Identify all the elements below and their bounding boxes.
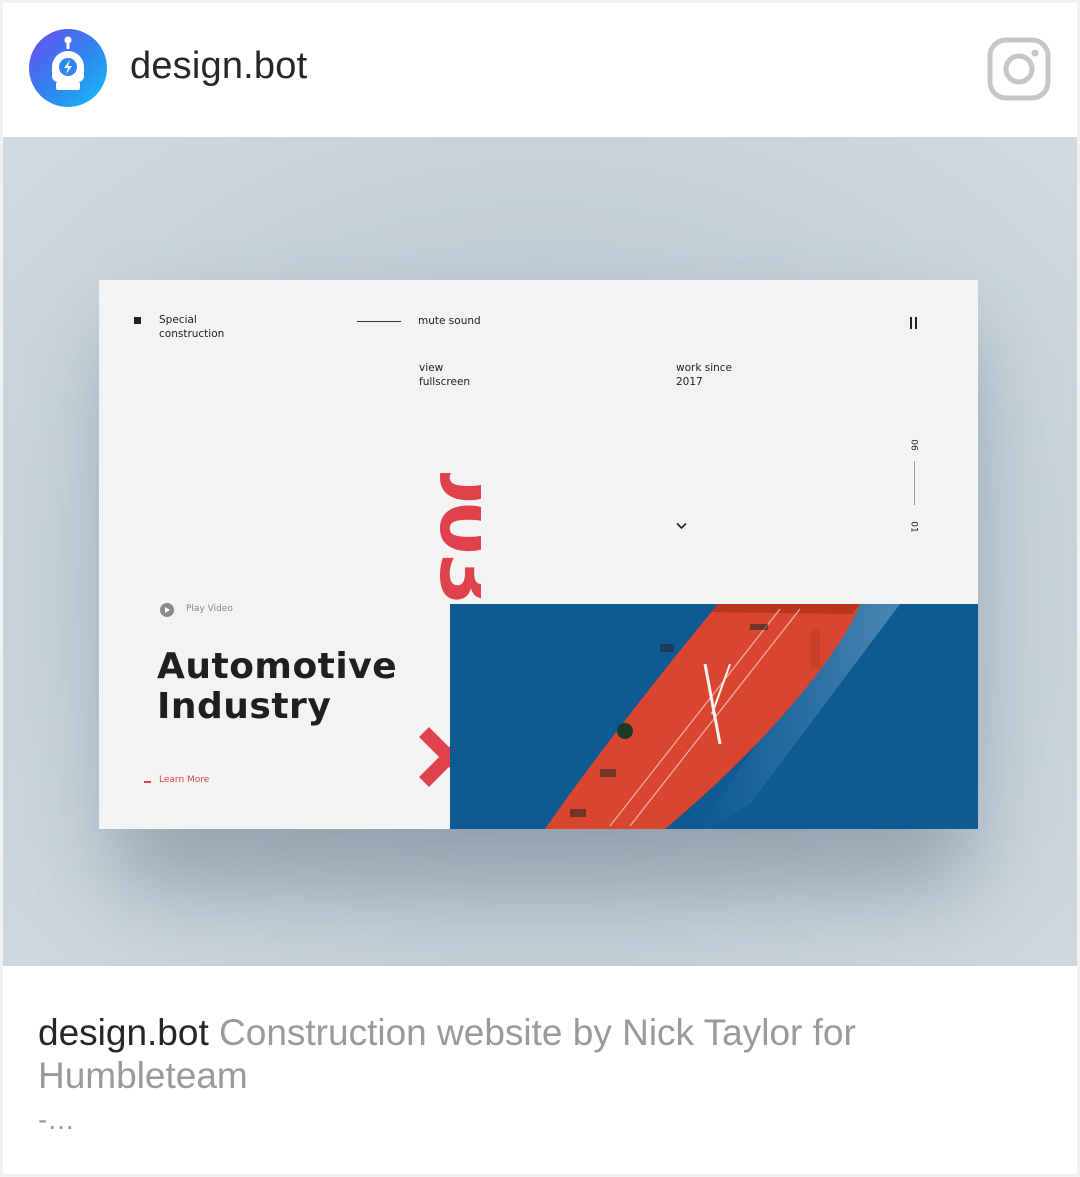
- mute-divider: [357, 321, 401, 322]
- robot-avatar-icon[interactable]: [29, 29, 107, 107]
- learn-more-link[interactable]: Learn More: [159, 775, 209, 785]
- post-caption: design.bot Construction website by Nick …: [38, 1011, 1018, 1097]
- slide-total: 06: [908, 439, 919, 451]
- instagram-post-card: design.bot Special construction mute sou…: [3, 3, 1077, 1174]
- mute-sound-link[interactable]: mute sound: [418, 314, 481, 328]
- pause-icon-bar-right[interactable]: [915, 317, 917, 329]
- instagram-icon[interactable]: [987, 37, 1051, 101]
- post-header: design.bot: [3, 3, 1077, 137]
- brand-line-1: Special: [159, 314, 197, 326]
- brand-name: Special construction: [159, 313, 224, 341]
- headline-line-2: Industry: [157, 686, 332, 727]
- since-line-1: work since: [676, 362, 733, 374]
- pause-icon-bar-left[interactable]: [910, 317, 912, 329]
- big-number: 003: [417, 473, 481, 619]
- post-image[interactable]: Special construction mute sound view ful…: [3, 137, 1077, 966]
- chevron-down-icon[interactable]: [676, 522, 687, 530]
- view-fullscreen-link[interactable]: view fullscreen: [419, 361, 470, 389]
- play-icon[interactable]: [160, 603, 174, 617]
- view-line-1: view: [419, 362, 444, 374]
- since-line-2: 2017: [676, 376, 703, 388]
- logo-square: [134, 317, 141, 324]
- learn-more-dash: [144, 781, 151, 783]
- slide-progress-line: [914, 461, 915, 505]
- brand-line-2: construction: [159, 328, 225, 340]
- work-since: work since 2017: [676, 361, 732, 389]
- mockup-headline: Automotive Industry: [157, 647, 397, 727]
- caption-username[interactable]: design.bot: [38, 1012, 209, 1053]
- view-line-2: fullscreen: [419, 376, 471, 388]
- slide-current: 01: [908, 521, 919, 533]
- post-username[interactable]: design.bot: [130, 45, 307, 88]
- headline-line-1: Automotive: [157, 646, 398, 687]
- ship-photo: [450, 604, 978, 829]
- big-number-text: 003: [423, 473, 481, 604]
- website-mockup: Special construction mute sound view ful…: [99, 280, 978, 829]
- play-video-link[interactable]: Play Video: [186, 604, 233, 614]
- caption-more[interactable]: -...: [38, 1104, 75, 1136]
